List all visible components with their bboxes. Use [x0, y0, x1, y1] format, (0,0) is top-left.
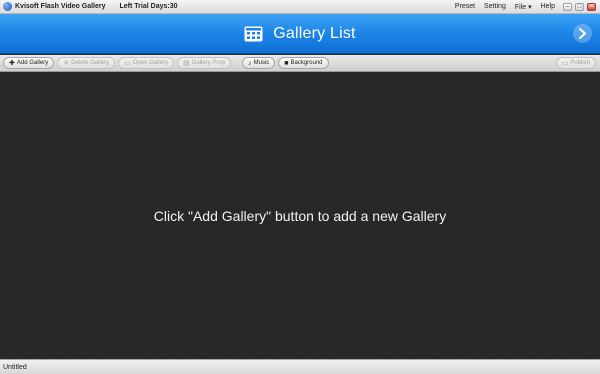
open-gallery-button[interactable]: ▭ Open Gallery — [118, 57, 175, 69]
page-title: Gallery List — [273, 24, 356, 42]
background-square-icon: ■ — [284, 59, 289, 67]
folder-icon: ▭ — [124, 59, 131, 67]
publish-label: Publish — [570, 60, 590, 66]
gallery-prop-label: Gallery Prop — [191, 60, 226, 66]
gallery-list-icon — [244, 26, 263, 41]
music-button[interactable]: ♪ Music — [242, 57, 276, 69]
add-gallery-label: Add Gallery — [16, 60, 49, 66]
delete-x-icon: ✕ — [63, 59, 70, 67]
empty-state-message: Click "Add Gallery" button to add a new … — [153, 207, 447, 224]
publish-button[interactable]: ▭ Publish — [555, 57, 596, 69]
document-name: Untitled — [3, 363, 27, 371]
delete-gallery-label: Delete Gallery — [71, 60, 110, 66]
maximize-icon[interactable]: □ — [575, 2, 584, 11]
menu-file[interactable]: File ▾ — [515, 3, 532, 11]
delete-gallery-button[interactable]: ✕ Delete Gallery — [57, 57, 116, 69]
status-bar: Untitled — [0, 359, 600, 374]
title-bar: Kvisoft Flash Video Gallery Left Trial D… — [0, 0, 600, 14]
menu-setting[interactable]: Setting — [484, 3, 506, 10]
properties-icon: ▤ — [183, 59, 190, 67]
gallery-prop-button[interactable]: ▤ Gallery Prop — [177, 57, 232, 69]
close-icon[interactable]: × — [587, 2, 596, 11]
open-gallery-label: Open Gallery — [132, 60, 169, 66]
add-gallery-button[interactable]: ✚ Add Gallery — [3, 57, 55, 69]
music-label: Music — [253, 60, 270, 66]
next-arrow-button[interactable] — [573, 24, 592, 43]
publish-icon: ▭ — [561, 59, 569, 67]
background-label: Background — [290, 60, 323, 66]
toolbar: ✚ Add Gallery ✕ Delete Gallery ▭ Open Ga… — [0, 55, 600, 72]
menu-preset[interactable]: Preset — [455, 3, 475, 10]
plus-icon: ✚ — [9, 59, 15, 67]
menu-bar: Preset Setting File ▾ Help — [455, 3, 555, 11]
music-note-icon: ♪ — [248, 59, 252, 67]
background-button[interactable]: ■ Background — [278, 57, 329, 69]
menu-help[interactable]: Help — [541, 3, 555, 10]
gallery-canvas: Click "Add Gallery" button to add a new … — [0, 72, 600, 359]
app-logo-icon — [3, 2, 12, 11]
page-header: Gallery List — [0, 14, 600, 54]
trial-days-label: Left Trial Days:30 — [119, 3, 178, 10]
chevron-right-icon — [579, 28, 587, 39]
window-controls: – □ × — [563, 2, 596, 11]
app-title: Kvisoft Flash Video Gallery — [15, 3, 106, 10]
minimize-icon[interactable]: – — [563, 2, 572, 11]
